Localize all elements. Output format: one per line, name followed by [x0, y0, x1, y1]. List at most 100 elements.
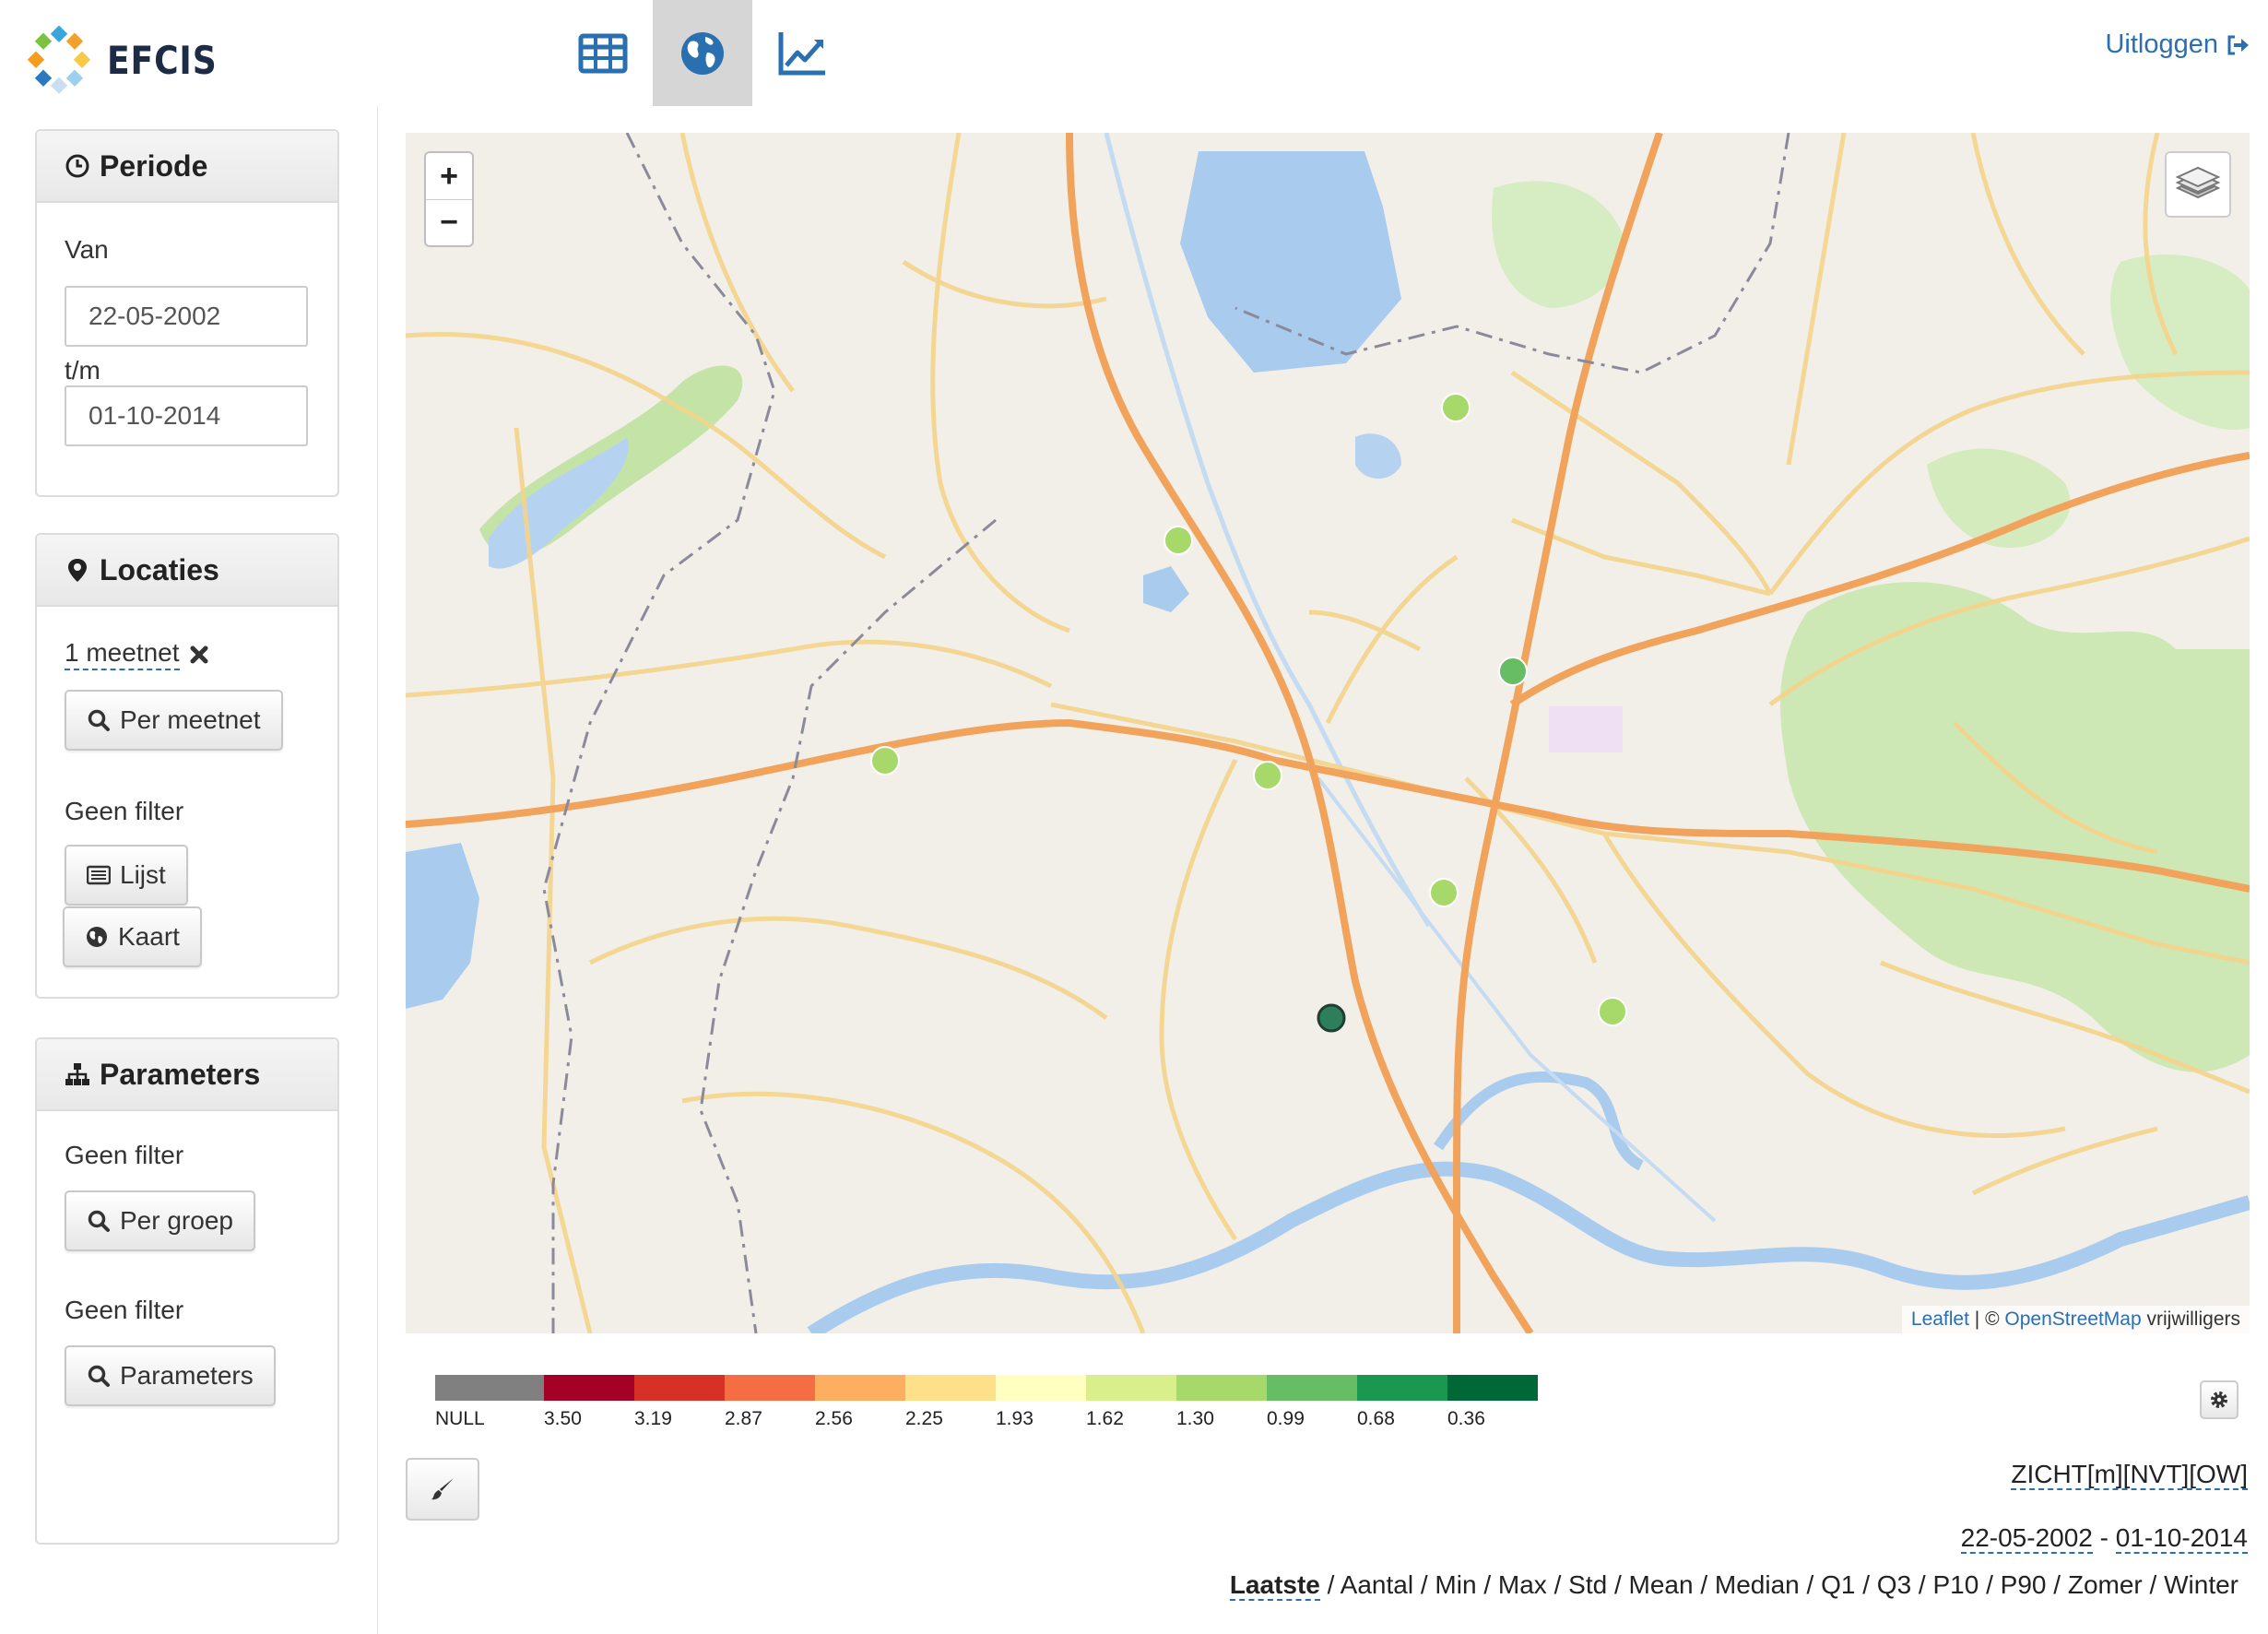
legend-label: 0.36	[1447, 1408, 1485, 1429]
openstreetmap-link[interactable]: OpenStreetMap	[2004, 1308, 2141, 1330]
table-icon	[578, 33, 628, 73]
stat-option[interactable]: Min	[1435, 1570, 1476, 1599]
legend-swatch	[1176, 1375, 1267, 1401]
efcis-logo-icon	[27, 26, 91, 94]
meetnet-link[interactable]: 1 meetnet	[65, 638, 180, 670]
lijst-button[interactable]: Lijst	[65, 845, 188, 906]
sidebar: Periode Van 22-05-2002 t/m 01-10-2014 Lo…	[0, 106, 378, 1634]
attribution-separator: | ©	[1968, 1308, 2005, 1330]
periode-heading: Periode	[37, 131, 337, 203]
location-marker[interactable]	[1253, 761, 1282, 790]
stat-separator: /	[1413, 1570, 1435, 1599]
marker-layer	[870, 393, 1627, 1033]
location-marker[interactable]	[1164, 526, 1193, 555]
stat-option[interactable]: Q1	[1821, 1570, 1855, 1599]
parameter-link[interactable]: ZICHT[m][NVT][OW]	[2011, 1460, 2248, 1490]
legend-label: 0.68	[1357, 1408, 1395, 1429]
locaties-heading: Locaties	[37, 535, 337, 607]
leaflet-link[interactable]: Leaflet	[1911, 1308, 1969, 1330]
kaart-button[interactable]: Kaart	[63, 906, 202, 967]
legend-swatch	[1086, 1375, 1176, 1401]
per-groep-label: Per groep	[120, 1206, 233, 1235]
search-icon	[88, 1365, 110, 1387]
layers-button[interactable]	[2165, 151, 2231, 218]
tab-map[interactable]	[653, 0, 752, 106]
tm-date-field[interactable]: 01-10-2014	[65, 385, 308, 446]
location-marker[interactable]	[1598, 997, 1627, 1026]
stat-separator: /	[1911, 1570, 1933, 1599]
sitemap-icon	[65, 1063, 89, 1085]
zoom-control: + −	[424, 151, 474, 247]
legend-label: 2.56	[815, 1408, 853, 1429]
meetnet-filter: 1 meetnet	[65, 638, 209, 670]
brand[interactable]: EFCIS	[26, 26, 235, 94]
view-tabs	[553, 0, 852, 106]
stat-separator: /	[1607, 1570, 1629, 1599]
style-button[interactable]	[406, 1458, 479, 1521]
parameters-button-label: Parameters	[120, 1361, 254, 1390]
parameters-filter-label-1: Geen filter	[65, 1141, 184, 1169]
legend-swatch	[905, 1375, 996, 1401]
periode-panel: Periode Van 22-05-2002 t/m 01-10-2014	[35, 129, 339, 497]
attribution-contributors: vrijwilligers	[2141, 1308, 2240, 1330]
van-date-field[interactable]: 22-05-2002	[65, 286, 308, 347]
legend-label: 1.30	[1176, 1408, 1214, 1429]
globe-icon	[87, 927, 107, 947]
per-meetnet-button[interactable]: Per meetnet	[65, 690, 283, 751]
sign-out-icon	[2227, 35, 2249, 54]
stat-option[interactable]: P10	[1933, 1570, 1979, 1599]
kaart-label: Kaart	[118, 922, 180, 951]
stat-option[interactable]: Zomer	[2068, 1570, 2143, 1599]
period-from-link[interactable]: 22-05-2002	[1960, 1523, 2093, 1554]
logout-link[interactable]: Uitloggen	[2105, 30, 2250, 60]
tab-table[interactable]	[553, 0, 653, 106]
layers-icon	[2175, 166, 2221, 199]
location-marker[interactable]	[1498, 657, 1528, 686]
stat-option[interactable]: Laatste	[1229, 1570, 1320, 1601]
location-marker[interactable]	[870, 746, 900, 776]
stat-option[interactable]: Max	[1498, 1570, 1547, 1599]
parameters-panel: Parameters Geen filter Per groep Geen fi…	[35, 1037, 339, 1545]
stat-option[interactable]: Q3	[1877, 1570, 1911, 1599]
statistic-selector: Laatste / Aantal / Min / Max / Std / Mea…	[1229, 1570, 2238, 1601]
stat-option[interactable]: Winter	[2164, 1570, 2238, 1599]
legend-swatch	[435, 1375, 544, 1401]
location-marker[interactable]	[1441, 393, 1471, 422]
stat-option[interactable]: Std	[1568, 1570, 1607, 1599]
stat-option[interactable]: Median	[1715, 1570, 1800, 1599]
navbar: EFCIS Uitloggen	[0, 0, 2268, 106]
legend-swatch	[996, 1375, 1086, 1401]
locaties-filter-label: Geen filter	[65, 797, 184, 825]
stat-option[interactable]: Mean	[1629, 1570, 1694, 1599]
stat-separator: /	[1546, 1570, 1569, 1599]
remove-icon[interactable]	[189, 645, 209, 665]
stat-option[interactable]: Aantal	[1341, 1570, 1413, 1599]
logout-label: Uitloggen	[2105, 30, 2218, 59]
legend-label: 1.93	[996, 1408, 1034, 1429]
zoom-in-button[interactable]: +	[426, 153, 472, 199]
legend-settings-button[interactable]	[2200, 1380, 2238, 1419]
brand-name: EFCIS	[107, 37, 218, 83]
color-legend: NULL 3.50 3.19 2.87 2.56 2.25 1.93 1.62 1.30 0.99…	[435, 1375, 1538, 1449]
location-marker[interactable]	[1317, 1003, 1346, 1033]
location-marker[interactable]	[1429, 878, 1459, 907]
legend-swatch	[1267, 1375, 1357, 1401]
map[interactable]: + − Leaflet | © OpenStreetMap vrijwillig…	[406, 133, 2250, 1333]
parameters-button[interactable]: Parameters	[65, 1345, 276, 1406]
legend-label: 2.87	[725, 1408, 762, 1429]
legend-swatch	[1357, 1375, 1447, 1401]
stat-separator: /	[1799, 1570, 1822, 1599]
per-groep-button[interactable]: Per groep	[65, 1190, 255, 1251]
legend-label: 0.99	[1267, 1408, 1305, 1429]
legend-label: 1.62	[1086, 1408, 1124, 1429]
map-attribution: Leaflet | © OpenStreetMap vrijwilligers	[1901, 1306, 2250, 1333]
zoom-out-button[interactable]: −	[426, 199, 472, 245]
parameters-filter-label-2: Geen filter	[65, 1296, 184, 1324]
legend-label: 3.19	[634, 1408, 672, 1429]
legend-swatch	[1447, 1375, 1538, 1401]
tab-chart[interactable]	[752, 0, 852, 106]
per-meetnet-label: Per meetnet	[120, 705, 261, 734]
line-chart-icon	[778, 31, 825, 75]
stat-option[interactable]: P90	[2001, 1570, 2047, 1599]
period-to-link[interactable]: 01-10-2014	[2115, 1523, 2248, 1554]
